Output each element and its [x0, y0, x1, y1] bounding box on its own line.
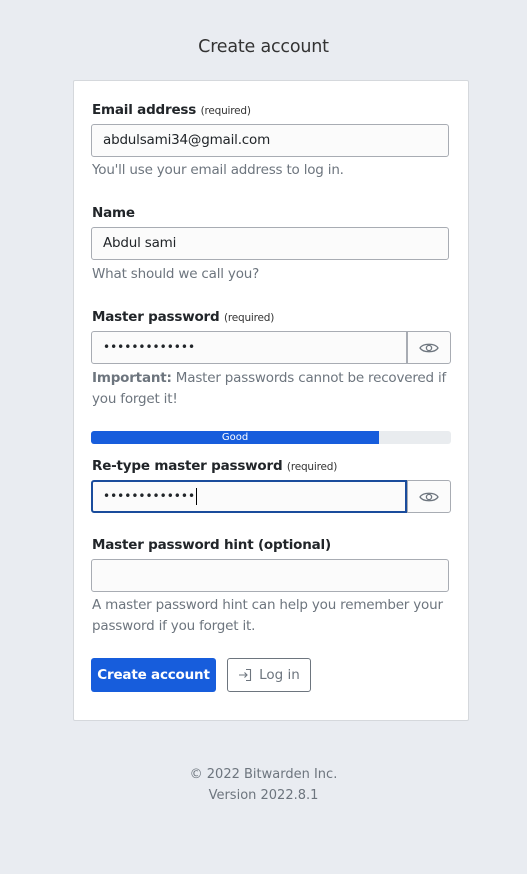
- retype-password-label: Re-type master password (required): [92, 458, 337, 474]
- name-input[interactable]: Abdul sami: [91, 227, 449, 260]
- email-label: Email address (required): [92, 102, 251, 118]
- page-title: Create account: [198, 37, 329, 57]
- master-password-label-text: Master password: [92, 309, 220, 325]
- password-strength-fill: Good: [91, 431, 379, 444]
- text-caret: [196, 488, 198, 505]
- login-button-label: Log in: [259, 667, 300, 683]
- sign-in-icon: [239, 668, 252, 682]
- login-button[interactable]: Log in: [227, 658, 311, 692]
- required-tag: (required): [223, 312, 275, 324]
- retype-password-value: •••••••••••••: [103, 489, 196, 503]
- email-help: You'll use your email address to log in.: [92, 162, 344, 178]
- footer: © 2022 Bitwarden Inc. Version 2022.8.1: [0, 764, 527, 806]
- retype-password-input[interactable]: •••••••••••••: [91, 480, 407, 513]
- required-tag: (required): [286, 461, 338, 473]
- password-strength-meter: Good: [91, 431, 451, 444]
- name-help: What should we call you?: [92, 266, 260, 282]
- hint-help: A master password hint can help you reme…: [92, 597, 443, 634]
- hint-input[interactable]: [91, 559, 449, 592]
- master-password-input[interactable]: •••••••••••••: [91, 331, 407, 364]
- retype-password-label-text: Re-type master password: [92, 458, 283, 474]
- eye-icon: [419, 492, 439, 501]
- help-important: Important:: [92, 370, 172, 386]
- hint-label: Master password hint (optional): [92, 537, 331, 553]
- email-label-text: Email address: [92, 102, 197, 118]
- register-form: Email address (required) abdulsami34@gma…: [73, 80, 469, 721]
- eye-icon: [419, 343, 439, 352]
- required-tag: (required): [200, 105, 251, 117]
- create-account-button[interactable]: Create account: [91, 658, 216, 692]
- toggle-password-visibility-button[interactable]: [407, 331, 451, 364]
- version: Version 2022.8.1: [208, 788, 319, 803]
- master-password-label: Master password (required): [92, 309, 274, 325]
- name-label: Name: [92, 205, 135, 221]
- copyright: © 2022 Bitwarden Inc.: [189, 767, 338, 782]
- toggle-retype-visibility-button[interactable]: [407, 480, 451, 513]
- master-password-help: Important: Master passwords cannot be re…: [92, 368, 452, 410]
- email-input[interactable]: abdulsami34@gmail.com: [91, 124, 449, 157]
